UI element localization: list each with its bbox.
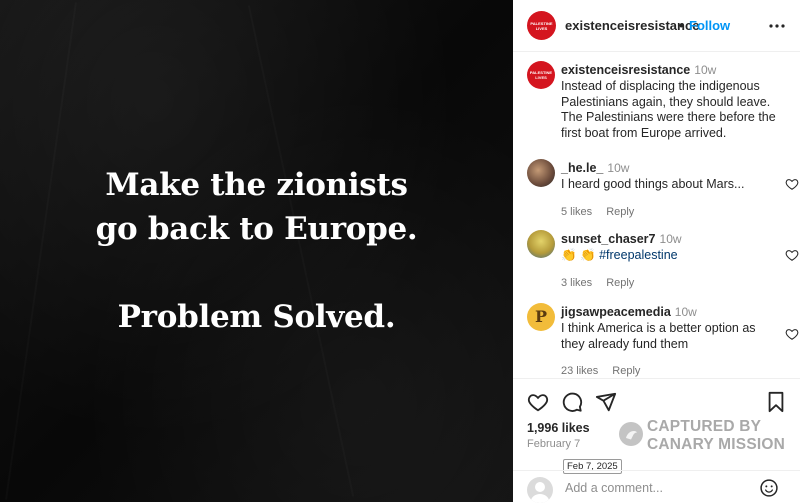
reply-button[interactable]: Reply — [606, 206, 634, 218]
comment-meta: 3 likes Reply — [561, 277, 761, 289]
comment-text: I think America is a better option as th… — [561, 321, 756, 351]
avatar-logo-text: PALESTINE LIVES — [530, 20, 553, 31]
add-comment-input[interactable] — [565, 481, 745, 495]
follow-button[interactable]: Follow — [689, 18, 730, 33]
comment-username[interactable]: _he.le_ — [561, 161, 603, 175]
commenter-avatar[interactable] — [527, 159, 555, 187]
comment-username[interactable]: jigsawpeacemedia — [561, 305, 671, 319]
avatar-logo-text: PALESTINE LIVES — [529, 70, 553, 80]
comment-like-count[interactable]: 23 likes — [561, 365, 598, 377]
comment-username[interactable]: sunset_chaser7 — [561, 232, 656, 246]
post-text-line-3: Problem Solved. — [117, 299, 396, 335]
emoji-icon[interactable] — [759, 478, 779, 498]
comment-body: _he.le_ 10w I heard good things about Mar… — [561, 159, 761, 218]
heart-icon[interactable] — [785, 177, 799, 191]
watermark: CAPTURED BY CANARY MISSION — [617, 416, 792, 456]
bookmark-icon[interactable] — [765, 391, 787, 413]
add-comment-row — [513, 470, 800, 503]
commenter-avatar[interactable]: P — [527, 303, 555, 331]
heart-icon[interactable] — [785, 248, 799, 262]
canary-logo-icon — [619, 422, 643, 446]
post-text-line-1: Make the zionists — [105, 167, 408, 203]
caption-text: Instead of displacing the indigenous Pal… — [561, 79, 776, 140]
heart-icon[interactable] — [785, 327, 799, 341]
comment-item: _he.le_ 10w I heard good things about Mar… — [527, 159, 799, 218]
paper-texture — [5, 2, 77, 499]
avatar-letter: P — [534, 307, 548, 326]
paper-texture — [248, 5, 354, 496]
post-text-line-2: go back to Europe. — [95, 211, 418, 247]
author-avatar[interactable]: PALESTINE LIVES — [527, 11, 556, 40]
post-date: February 7 — [527, 438, 581, 450]
comment-text: I heard good things about Mars... — [561, 177, 745, 191]
reply-button[interactable]: Reply — [606, 277, 634, 289]
comment-body: sunset_chaser7 10w 👏 👏 #freepalestine 3 l… — [561, 230, 761, 289]
comment-meta: 5 likes Reply — [561, 206, 761, 218]
comment-time: 10w — [674, 305, 697, 319]
like-heart-icon[interactable] — [527, 391, 549, 413]
comment-time: 10w — [607, 161, 630, 175]
comment-like-count[interactable]: 5 likes — [561, 206, 592, 218]
share-send-icon[interactable] — [595, 391, 617, 413]
comment-bubble-icon[interactable] — [561, 391, 583, 413]
caption-time: 10w — [694, 63, 717, 77]
separator-dot: • — [679, 18, 684, 33]
post-header: PALESTINE LIVES existenceisresistance • … — [513, 0, 800, 52]
watermark-line-1: CAPTURED BY — [647, 418, 762, 435]
more-options-icon[interactable] — [767, 16, 787, 36]
like-count[interactable]: 1,996 likes — [527, 421, 590, 435]
post-caption: existenceisresistance 10w Instead of disp… — [561, 61, 789, 141]
comment-item: P jigsawpeacemedia 10w I think America is… — [527, 303, 799, 377]
comment-text: 👏 👏 #freepalestine — [561, 248, 678, 262]
comment-like-count[interactable]: 3 likes — [561, 277, 592, 289]
comment-meta: 23 likes Reply — [561, 365, 761, 377]
watermark-line-2: CANARY MISSION — [647, 436, 786, 453]
caption-avatar[interactable]: PALESTINE LIVES — [527, 61, 555, 89]
watermark-text: CAPTURED BY CANARY MISSION — [647, 418, 785, 454]
reply-button[interactable]: Reply — [612, 365, 640, 377]
comment-item: sunset_chaser7 10w 👏 👏 #freepalestine 3 l… — [527, 230, 799, 289]
post-image: Make the zionists go back to Europe. Pro… — [0, 0, 513, 502]
commenter-avatar[interactable] — [527, 230, 555, 258]
comment-body: jigsawpeacemedia 10w I think America is a… — [561, 303, 761, 377]
caption-username[interactable]: existenceisresistance — [561, 63, 690, 77]
post-side-panel: PALESTINE LIVES existenceisresistance • … — [513, 0, 800, 503]
comment-time: 10w — [659, 232, 682, 246]
viewer-avatar[interactable] — [527, 477, 553, 503]
